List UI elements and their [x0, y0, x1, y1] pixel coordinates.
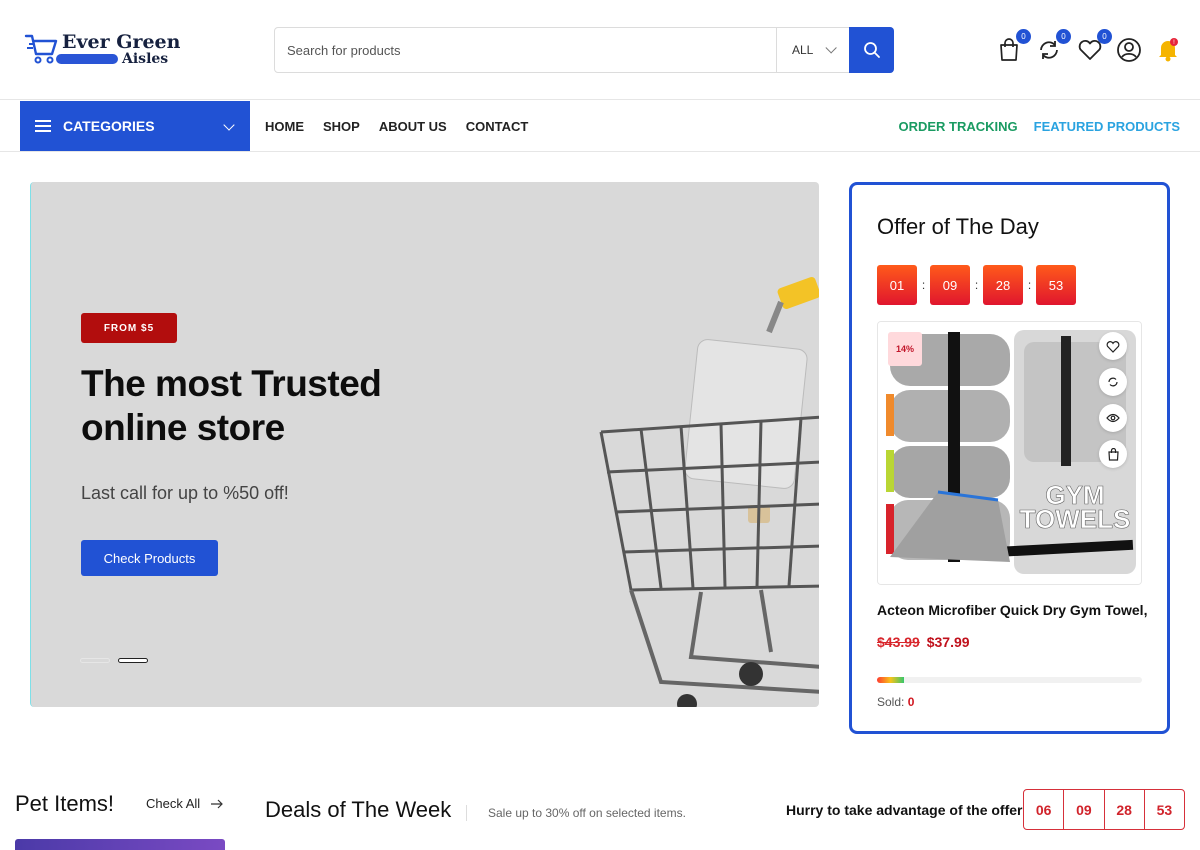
- heart-icon: [1106, 340, 1120, 353]
- main-menu: HOME SHOP ABOUT US CONTACT: [265, 119, 547, 134]
- slider-dots: [80, 658, 148, 663]
- slider-dot-active[interactable]: [118, 658, 148, 663]
- check-products-button[interactable]: Check Products: [81, 540, 218, 576]
- deals-countdown-hours: 09: [1064, 790, 1105, 829]
- compare-icon: [1108, 377, 1118, 387]
- arrow-right-icon: [211, 799, 224, 808]
- offer-of-the-day: Offer of The Day 01 : 09 : 28 : 53 GYM T…: [849, 182, 1170, 734]
- compare-badge: 0: [1056, 29, 1071, 44]
- pet-items-title: Pet Items!: [15, 791, 115, 816]
- offer-countdown: 01 : 09 : 28 : 53: [877, 265, 1076, 305]
- brand-line2: Aisles: [122, 51, 169, 67]
- order-tracking-link[interactable]: ORDER TRACKING: [898, 119, 1017, 134]
- hurry-text: Hurry to take advantage of the offer: [786, 802, 1023, 818]
- cart-logo-icon: [24, 34, 58, 64]
- new-price: $37.99: [926, 634, 970, 650]
- nav-item-shop[interactable]: SHOP: [323, 119, 360, 134]
- categories-label: CATEGORIES: [63, 118, 155, 134]
- offer-product-name[interactable]: Acteon Microfiber Quick Dry Gym Towel,: [877, 602, 1147, 618]
- product-actions: [1099, 332, 1127, 468]
- eye-icon: [1106, 413, 1120, 423]
- sold-count: Sold: 0: [877, 695, 915, 709]
- main-nav: CATEGORIES HOME SHOP ABOUT US CONTACT OR…: [0, 100, 1200, 152]
- account-button[interactable]: [1115, 36, 1143, 64]
- countdown-hours: 09: [930, 265, 970, 305]
- quick-view-button[interactable]: [1099, 404, 1127, 432]
- hero-price-badge: FROM $5: [81, 313, 177, 343]
- wishlist-button[interactable]: 0: [1076, 29, 1112, 64]
- deals-countdown-days: 06: [1024, 790, 1065, 829]
- check-all-link[interactable]: Check All: [146, 796, 224, 811]
- deals-countdown: 06 09 28 53: [1023, 789, 1185, 830]
- site-header: Ever Green Aisles ALL 0 0: [0, 0, 1200, 100]
- logo[interactable]: Ever Green Aisles: [24, 30, 180, 70]
- search-category-select[interactable]: ALL: [776, 28, 850, 72]
- wishlist-badge: 0: [1097, 29, 1112, 44]
- deals-countdown-seconds: 53: [1156, 801, 1173, 818]
- deals-countdown-minutes: 28: [1105, 790, 1145, 829]
- search-icon: [863, 42, 880, 58]
- bell-icon: !: [1159, 38, 1178, 62]
- notification-button[interactable]: !: [1154, 36, 1182, 64]
- categories-button[interactable]: CATEGORIES: [20, 101, 250, 151]
- shopping-cart-image: [599, 276, 819, 707]
- nav-right-links: ORDER TRACKING FEATURED PRODUCTS: [898, 119, 1180, 134]
- user-icon: [1117, 38, 1141, 62]
- offer-product-card[interactable]: GYM TOWELS 14%: [877, 321, 1142, 585]
- nav-item-home[interactable]: HOME: [265, 119, 304, 134]
- menu-icon: [35, 120, 51, 132]
- chevron-down-icon: [825, 42, 838, 54]
- search-button[interactable]: [849, 27, 894, 73]
- hero-title: The most Trusted online store: [81, 363, 382, 448]
- search-bar: ALL: [274, 27, 894, 73]
- add-to-wishlist-button[interactable]: [1099, 332, 1127, 360]
- deals-subtitle: Sale up to 30% off on selected items.: [488, 806, 686, 820]
- compare-button[interactable]: [1099, 368, 1127, 396]
- sold-value: 0: [907, 695, 915, 709]
- bag-icon: [1107, 447, 1119, 461]
- sold-progress-fill: [877, 677, 904, 683]
- countdown-days: 01: [877, 265, 917, 305]
- cart-button[interactable]: 0: [995, 29, 1031, 64]
- offer-prices: $43.99 $37.99: [877, 634, 970, 650]
- svg-text:TOWELS: TOWELS: [1020, 504, 1131, 534]
- search-input[interactable]: [275, 28, 775, 72]
- deals-of-the-week-title: Deals of The Week: [265, 797, 452, 822]
- offer-title: Offer of The Day: [877, 214, 1039, 239]
- discount-badge: 14%: [888, 332, 922, 366]
- logo-bar: [56, 54, 118, 64]
- chevron-down-icon: [223, 119, 235, 131]
- pet-items-image[interactable]: [15, 839, 225, 850]
- search-category-label: ALL: [792, 43, 814, 57]
- cart-badge: 0: [1016, 29, 1031, 44]
- slider-dot[interactable]: [80, 658, 110, 663]
- add-to-cart-button[interactable]: [1099, 440, 1127, 468]
- sold-progress-bar: [877, 677, 1142, 683]
- cart-icon: [1000, 38, 1018, 61]
- hero-subtitle: Last call for up to %50 off!: [81, 483, 289, 503]
- compare-button[interactable]: 0: [1035, 29, 1071, 64]
- nav-item-about-us[interactable]: ABOUT US: [379, 119, 447, 134]
- brand-line1: Ever Green: [62, 31, 181, 53]
- hero-banner: FROM $5 The most Trusted online store La…: [30, 182, 819, 707]
- featured-products-link[interactable]: FEATURED PRODUCTS: [1034, 119, 1180, 134]
- countdown-seconds: 53: [1036, 265, 1076, 305]
- nav-item-contact[interactable]: CONTACT: [466, 119, 529, 134]
- countdown-minutes: 28: [983, 265, 1023, 305]
- old-price: $43.99: [877, 634, 920, 650]
